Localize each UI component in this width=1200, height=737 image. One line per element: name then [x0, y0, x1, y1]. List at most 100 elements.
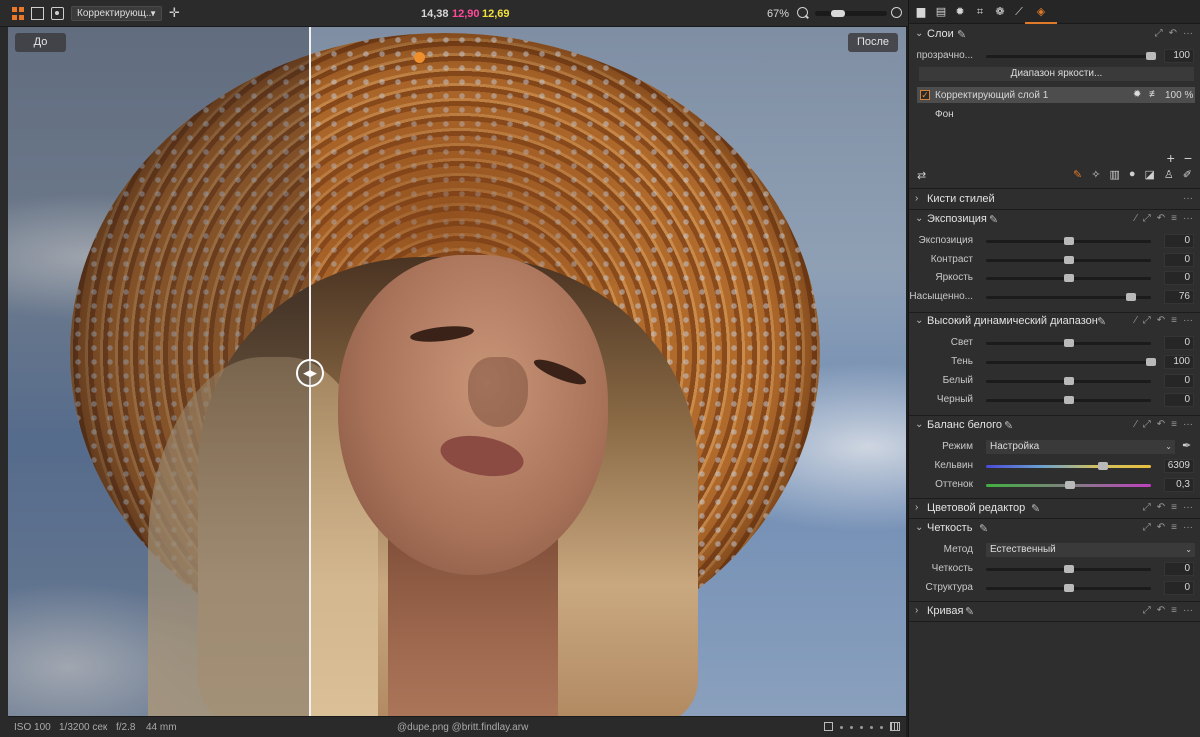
presets-icon[interactable]: ≡	[1171, 213, 1177, 224]
brush-icon[interactable]: ✎	[1073, 168, 1082, 181]
slider-thumb[interactable]	[1065, 481, 1076, 489]
layers-icon[interactable]: ◈	[1035, 6, 1047, 18]
zoom-out-icon[interactable]	[797, 7, 808, 18]
section-styles-brush[interactable]: › Кисти стилей ···	[909, 191, 1200, 209]
chevron-down-icon[interactable]: ⌄	[915, 419, 923, 430]
radial-gradient-icon[interactable]: ●	[1129, 168, 1136, 181]
slider-thumb[interactable]	[1098, 462, 1109, 470]
slider-value[interactable]: 0	[1164, 234, 1194, 248]
swap-icon[interactable]: ⇄	[917, 169, 926, 182]
slider-value[interactable]: 0	[1164, 252, 1194, 267]
slider-value[interactable]: 0	[1164, 374, 1194, 388]
slider-thumb[interactable]	[1063, 339, 1074, 347]
opacity-slider[interactable]	[986, 52, 1156, 60]
zoom-in-icon[interactable]	[891, 7, 902, 18]
layer-visibility-checkbox[interactable]: ✓	[920, 90, 930, 100]
adjustment-slider[interactable]	[986, 274, 1151, 282]
slider-value[interactable]: 0	[1164, 336, 1194, 350]
compare-view-icon[interactable]	[51, 7, 64, 20]
reset-icon[interactable]: ↶	[1169, 28, 1177, 39]
section-layers[interactable]: ⌄ Слои ✎ ⤢ ↶ ···	[909, 26, 1200, 44]
zoom-slider-thumb[interactable]	[831, 10, 845, 17]
grid-overlay-icon[interactable]	[890, 722, 900, 731]
crop-icon[interactable]: ⌗	[974, 6, 986, 18]
slider-thumb[interactable]	[1146, 358, 1156, 366]
presets-icon[interactable]: ≡	[1171, 315, 1177, 326]
presets-icon[interactable]: ≡	[1171, 522, 1177, 533]
presets-icon[interactable]: ≡	[1171, 502, 1177, 513]
adjustment-slider[interactable]	[986, 358, 1156, 366]
lens-icon[interactable]: ❁	[994, 6, 1006, 18]
adjustment-slider[interactable]	[986, 377, 1151, 385]
slider-value[interactable]: 0	[1164, 271, 1194, 285]
tint-value[interactable]: 0,3	[1164, 478, 1194, 492]
presets-icon[interactable]: ≡	[1171, 605, 1177, 616]
slider-thumb[interactable]	[1126, 292, 1137, 301]
slider-thumb[interactable]	[1063, 377, 1074, 385]
chevron-down-icon[interactable]: ⌄	[915, 28, 923, 39]
slider-value[interactable]: 0	[1164, 393, 1194, 407]
adjustment-slider[interactable]	[986, 255, 1151, 264]
stamp-icon[interactable]: ♙	[1164, 168, 1174, 181]
adjustment-slider[interactable]	[986, 565, 1151, 573]
more-icon[interactable]: ···	[1183, 522, 1193, 533]
slider-value[interactable]: 0	[1164, 580, 1194, 595]
slider-thumb[interactable]	[1063, 396, 1074, 404]
chevron-down-icon[interactable]: ⌄	[915, 213, 923, 224]
auto-icon[interactable]: ⤢	[1143, 522, 1151, 533]
layer-dropdown[interactable]: Корректирующ... ▼	[71, 6, 162, 21]
adjustment-slider[interactable]	[986, 292, 1151, 301]
eyedropper-icon[interactable]: ✒	[1182, 439, 1191, 452]
slider-thumb[interactable]	[1063, 565, 1074, 573]
adjustment-slider[interactable]	[986, 583, 1151, 592]
linear-gradient-icon[interactable]: ▥	[1109, 168, 1119, 181]
slider-value[interactable]: 0	[1164, 562, 1194, 576]
section-color-editor[interactable]: › Цветовой редактор ✎ ⤢ ↶ ≡ ···	[909, 500, 1200, 518]
kelvin-slider[interactable]	[986, 462, 1151, 470]
remove-layer-icon[interactable]: −	[1184, 150, 1192, 166]
frame-icon[interactable]	[824, 722, 833, 731]
slider-thumb[interactable]	[1063, 237, 1074, 245]
section-exposure[interactable]: ⌄ Экспозиция ✎ ⁄ ⤢ ↶ ≡ ···	[909, 211, 1200, 229]
auto-icon[interactable]: ⤢	[1143, 502, 1151, 513]
wb-mode-dropdown[interactable]: Настройка ⌄	[986, 440, 1175, 454]
reset-icon[interactable]: ↶	[1157, 213, 1165, 224]
sun-icon[interactable]: ✹	[954, 6, 966, 18]
section-curve[interactable]: › Кривая ✎ ⤢ ↶ ≡ ···	[909, 603, 1200, 621]
adjustment-slider[interactable]	[986, 339, 1151, 347]
tint-slider[interactable]	[986, 481, 1151, 489]
reset-icon[interactable]: ↶	[1157, 522, 1165, 533]
magic-brush-icon[interactable]: ✧	[1091, 168, 1100, 181]
auto-icon[interactable]: ⤢	[1155, 28, 1163, 39]
erase-brush-icon[interactable]: ✐	[1183, 168, 1192, 181]
more-icon[interactable]: ···	[1183, 213, 1193, 224]
slider-thumb[interactable]	[1063, 583, 1074, 592]
more-icon[interactable]: ···	[1183, 502, 1193, 513]
single-view-icon[interactable]	[31, 7, 44, 20]
more-icon[interactable]: ···	[1183, 28, 1193, 39]
move-crosshair-icon[interactable]: ✛	[169, 6, 180, 19]
slider-thumb[interactable]	[1063, 255, 1074, 264]
auto-icon[interactable]: ⤢	[1143, 419, 1151, 430]
slider-value[interactable]: 100	[1164, 355, 1194, 369]
kelvin-value[interactable]: 6309	[1164, 459, 1194, 473]
auto-icon[interactable]: ⤢	[1143, 315, 1151, 326]
more-icon[interactable]: ···	[1183, 193, 1193, 204]
more-icon[interactable]: ···	[1183, 419, 1193, 430]
chevron-down-icon[interactable]: ⌄	[915, 315, 923, 326]
adjustment-slider[interactable]	[986, 396, 1151, 404]
opacity-value[interactable]: 100	[1164, 49, 1194, 63]
zoom-slider[interactable]	[815, 10, 887, 17]
picker-icon[interactable]: ⁄	[1135, 315, 1137, 326]
folder-icon[interactable]: ▆	[915, 6, 927, 18]
auto-icon[interactable]: ⤢	[1143, 605, 1151, 616]
luma-range-button[interactable]: Диапазон яркости...	[919, 67, 1194, 81]
chevron-right-icon[interactable]: ›	[915, 193, 918, 204]
slider-value[interactable]: 76	[1164, 289, 1194, 304]
brush-tool-icon[interactable]: ⟋	[1013, 6, 1025, 18]
picker-icon[interactable]: ⁄	[1135, 213, 1137, 224]
chevron-right-icon[interactable]: ›	[915, 605, 918, 616]
divider-handle-icon[interactable]: ◀▶	[296, 359, 324, 387]
add-layer-icon[interactable]: +	[1167, 150, 1175, 166]
more-icon[interactable]: ···	[1183, 605, 1193, 616]
